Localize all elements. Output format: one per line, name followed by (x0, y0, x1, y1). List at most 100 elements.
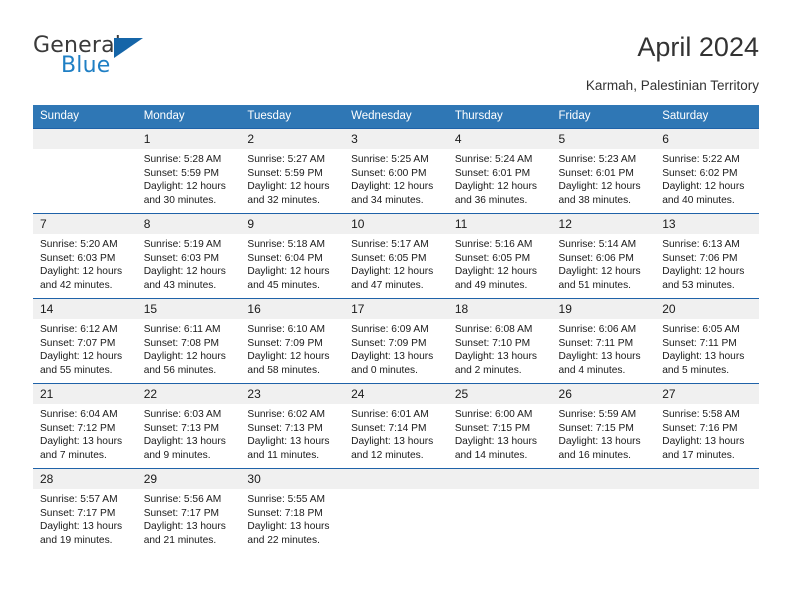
calendar-day-cell[interactable]: 30 Sunrise: 5:55 AM Sunset: 7:18 PM Dayligh… (240, 468, 345, 553)
daylight-text-line1: Daylight: 12 hours (662, 266, 745, 278)
sunrise-text: Sunrise: 5:27 AM (247, 154, 325, 165)
calendar-day-cell[interactable]: 13 Sunrise: 6:13 AM Sunset: 7:06 PM Dayligh… (655, 213, 759, 299)
day-details: Sunrise: 6:12 AM Sunset: 7:07 PM Daylight:… (33, 319, 137, 377)
daylight-text-line2: and 51 minutes. (558, 279, 632, 291)
day-number: 15 (136, 299, 241, 319)
daylight-text-line2: and 47 minutes. (351, 279, 424, 291)
calendar-day-cell[interactable]: 5 Sunrise: 5:23 AM Sunset: 6:01 PM Daylight… (551, 128, 656, 214)
calendar-day-cell[interactable]: 29 Sunrise: 5:56 AM Sunset: 7:17 PM Dayligh… (136, 468, 241, 553)
calendar-day-cell[interactable]: 26 Sunrise: 5:59 AM Sunset: 7:15 PM Dayligh… (551, 383, 656, 469)
day-details: Sunrise: 5:25 AM Sunset: 6:00 PM Daylight:… (344, 149, 448, 207)
calendar-day-cell[interactable]: 17 Sunrise: 6:09 AM Sunset: 7:09 PM Dayligh… (344, 298, 448, 384)
daylight-text-line1: Daylight: 12 hours (40, 351, 123, 363)
calendar-day-cell[interactable]: 11 Sunrise: 5:16 AM Sunset: 6:05 PM Dayligh… (447, 213, 552, 299)
day-details: Sunrise: 5:14 AM Sunset: 6:06 PM Daylight:… (552, 234, 656, 292)
calendar-day-cell[interactable]: 21 Sunrise: 6:04 AM Sunset: 7:12 PM Dayligh… (33, 383, 137, 469)
calendar-day-cell[interactable]: 18 Sunrise: 6:08 AM Sunset: 7:10 PM Dayligh… (447, 298, 552, 384)
logo-triangle-icon (114, 38, 143, 58)
calendar-day-cell[interactable]: 1 Sunrise: 5:28 AM Sunset: 5:59 PM Daylight… (136, 128, 241, 214)
calendar-day-cell[interactable]: 10 Sunrise: 5:17 AM Sunset: 6:05 PM Dayligh… (344, 213, 448, 299)
day-details: Sunrise: 5:24 AM Sunset: 6:01 PM Daylight:… (448, 149, 552, 207)
daylight-text-line1: Daylight: 13 hours (247, 521, 330, 533)
daylight-text-line1: Daylight: 13 hours (351, 351, 434, 363)
calendar-day-cell[interactable]: 25 Sunrise: 6:00 AM Sunset: 7:15 PM Dayligh… (447, 383, 552, 469)
daylight-text-line2: and 58 minutes. (247, 364, 320, 376)
sunrise-text: Sunrise: 5:18 AM (247, 239, 325, 250)
daylight-text-line1: Daylight: 13 hours (662, 351, 745, 363)
calendar-day-cell[interactable]: 14 Sunrise: 6:12 AM Sunset: 7:07 PM Dayligh… (33, 298, 137, 384)
day-details: Sunrise: 5:19 AM Sunset: 6:03 PM Daylight:… (137, 234, 241, 292)
sunset-text: Sunset: 7:18 PM (247, 507, 323, 519)
sunset-text: Sunset: 7:07 PM (40, 337, 116, 349)
calendar-day-cell[interactable]: 22 Sunrise: 6:03 AM Sunset: 7:13 PM Dayligh… (136, 383, 241, 469)
calendar-day-cell[interactable]: 2 Sunrise: 5:27 AM Sunset: 5:59 PM Daylight… (240, 128, 345, 214)
day-number: 17 (344, 299, 448, 319)
day-number: 27 (655, 384, 759, 404)
daylight-text-line2: and 30 minutes. (143, 194, 217, 206)
day-details: Sunrise: 5:18 AM Sunset: 6:04 PM Daylight:… (240, 234, 344, 292)
daylight-text-line2: and 22 minutes. (247, 534, 320, 546)
calendar-day-cell[interactable]: 15 Sunrise: 6:11 AM Sunset: 7:08 PM Dayligh… (136, 298, 241, 384)
day-number: 25 (447, 384, 552, 404)
day-number: 6 (655, 129, 759, 149)
daylight-text-line2: and 4 minutes. (558, 364, 626, 376)
calendar-day-cell[interactable]: 20 Sunrise: 6:05 AM Sunset: 7:11 PM Dayligh… (655, 298, 759, 384)
sunset-text: Sunset: 6:01 PM (558, 167, 634, 179)
day-details: Sunrise: 5:55 AM Sunset: 7:18 PM Daylight:… (240, 489, 344, 547)
day-details: Sunrise: 6:09 AM Sunset: 7:09 PM Daylight:… (344, 319, 448, 377)
daylight-text-line1: Daylight: 13 hours (351, 436, 434, 448)
weekday-header-friday: Friday (551, 105, 656, 129)
sunrise-text: Sunrise: 5:28 AM (143, 154, 222, 165)
calendar-day-cell[interactable]: 4 Sunrise: 5:24 AM Sunset: 6:01 PM Daylight… (447, 128, 552, 214)
day-details: Sunrise: 5:57 AM Sunset: 7:17 PM Daylight:… (33, 489, 137, 547)
weekday-header-sunday: Sunday (33, 105, 137, 129)
calendar-day-cell[interactable]: 7 Sunrise: 5:20 AM Sunset: 6:03 PM Daylight… (33, 213, 137, 299)
daylight-text-line1: Daylight: 12 hours (143, 266, 226, 278)
calendar-day-cell[interactable]: 16 Sunrise: 6:10 AM Sunset: 7:09 PM Dayligh… (240, 298, 345, 384)
day-number: 11 (447, 214, 552, 234)
daylight-text-line2: and 9 minutes. (143, 449, 211, 461)
calendar-page: General Blue April 2024 Karmah, Palestin… (0, 0, 792, 612)
calendar-week-row: 14 Sunrise: 6:12 AM Sunset: 7:07 PM Dayligh… (33, 298, 759, 384)
calendar-week-row: 28 Sunrise: 5:57 AM Sunset: 7:17 PM Dayligh… (33, 468, 759, 553)
day-number (655, 469, 759, 489)
sunset-text: Sunset: 7:17 PM (40, 507, 116, 519)
calendar-day-cell[interactable]: 6 Sunrise: 5:22 AM Sunset: 6:02 PM Daylight… (655, 128, 759, 214)
general-blue-logo[interactable]: General Blue (33, 33, 233, 79)
calendar-day-cell[interactable]: 12 Sunrise: 5:14 AM Sunset: 6:06 PM Dayligh… (551, 213, 656, 299)
day-details: Sunrise: 5:23 AM Sunset: 6:01 PM Daylight:… (552, 149, 656, 207)
calendar-day-cell[interactable]: 24 Sunrise: 6:01 AM Sunset: 7:14 PM Dayligh… (344, 383, 448, 469)
calendar-day-cell[interactable]: 9 Sunrise: 5:18 AM Sunset: 6:04 PM Daylight… (240, 213, 345, 299)
sunset-text: Sunset: 7:17 PM (143, 507, 220, 519)
daylight-text-line1: Daylight: 12 hours (143, 351, 226, 363)
daylight-text-line1: Daylight: 12 hours (558, 181, 641, 193)
day-number: 9 (240, 214, 345, 234)
sunrise-text: Sunrise: 5:57 AM (40, 494, 118, 505)
day-number: 4 (447, 129, 552, 149)
daylight-text-line2: and 32 minutes. (247, 194, 320, 206)
calendar-day-cell[interactable]: 19 Sunrise: 6:06 AM Sunset: 7:11 PM Dayligh… (551, 298, 656, 384)
calendar-day-cell[interactable]: 8 Sunrise: 5:19 AM Sunset: 6:03 PM Daylight… (136, 213, 241, 299)
calendar-day-cell[interactable]: 28 Sunrise: 5:57 AM Sunset: 7:17 PM Dayligh… (33, 468, 137, 553)
day-number: 21 (33, 384, 137, 404)
day-details: Sunrise: 5:16 AM Sunset: 6:05 PM Daylight:… (448, 234, 552, 292)
calendar-empty-cell (33, 128, 137, 214)
day-number: 2 (240, 129, 345, 149)
day-number: 1 (136, 129, 241, 149)
daylight-text-line1: Daylight: 13 hours (558, 351, 641, 363)
day-details: Sunrise: 5:28 AM Sunset: 5:59 PM Daylight:… (137, 149, 241, 207)
calendar-day-cell[interactable]: 27 Sunrise: 5:58 AM Sunset: 7:16 PM Dayligh… (655, 383, 759, 469)
sunrise-text: Sunrise: 5:20 AM (40, 239, 118, 250)
sunrise-text: Sunrise: 6:06 AM (558, 324, 637, 335)
calendar-day-cell[interactable]: 3 Sunrise: 5:25 AM Sunset: 6:00 PM Daylight… (344, 128, 448, 214)
calendar-body: 1 Sunrise: 5:28 AM Sunset: 5:59 PM Daylight… (33, 128, 759, 553)
daylight-text-line2: and 2 minutes. (454, 364, 522, 376)
sunrise-text: Sunrise: 5:56 AM (143, 494, 222, 505)
sunrise-text: Sunrise: 6:05 AM (662, 324, 740, 335)
day-number: 20 (655, 299, 759, 319)
calendar-day-cell[interactable]: 23 Sunrise: 6:02 AM Sunset: 7:13 PM Dayligh… (240, 383, 345, 469)
sunset-text: Sunset: 6:00 PM (351, 167, 427, 179)
day-number: 19 (551, 299, 656, 319)
sunset-text: Sunset: 6:04 PM (247, 252, 323, 264)
sunset-text: Sunset: 6:03 PM (40, 252, 116, 264)
